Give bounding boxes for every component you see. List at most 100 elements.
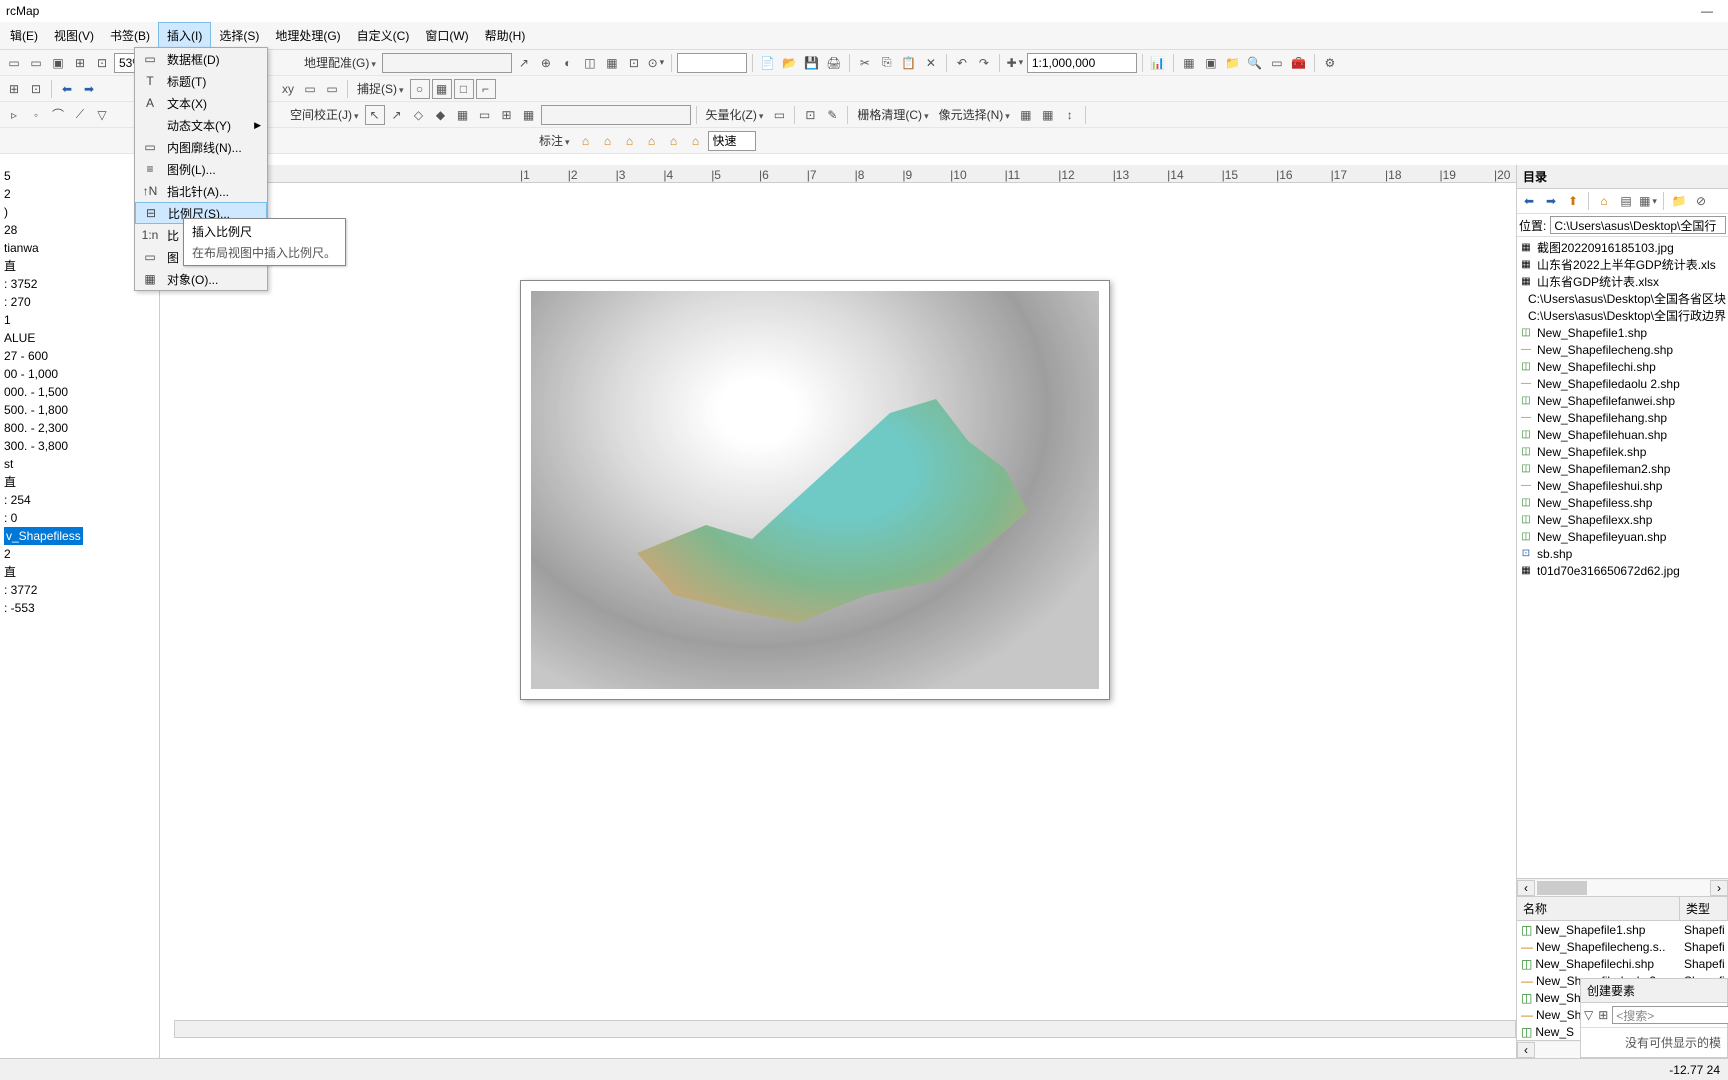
insert-menu-item[interactable]: T标题(T) [135,70,267,92]
tool-icon[interactable]: ⊞ [1597,1005,1609,1025]
layout-view[interactable]: |1|2|3|4|5|6|7|8|9|10|11|12|13|14|15|16|… [160,165,1516,1058]
col-type[interactable]: 类型 [1680,897,1728,920]
disconnect-icon[interactable]: ⊘ [1691,191,1711,211]
tool-icon[interactable]: ✎ [822,105,842,125]
menu-item[interactable]: 帮助(H) [477,23,534,48]
page-frame[interactable] [520,280,1110,700]
tool-icon[interactable]: ↕ [1060,105,1080,125]
tool-icon[interactable]: ▦ [1038,105,1058,125]
details-row[interactable]: ◫New_Shapefilechi.shpShapefi [1517,955,1728,972]
paste-icon[interactable]: 📋 [899,53,919,73]
label-icon[interactable]: ⌂ [620,131,640,151]
scale-input[interactable] [1027,53,1137,73]
catalog-icon[interactable]: 📁 [1223,53,1243,73]
delete-icon[interactable]: ✕ [921,53,941,73]
catalog-file[interactable]: ▦t01d70e316650672d62.jpg [1519,562,1726,579]
catalog-file[interactable]: ▦截图20220916185103.jpg [1519,239,1726,256]
tool-icon[interactable]: ↗ [387,105,407,125]
toc-line[interactable]: : 3752 [4,275,155,293]
search-input[interactable] [677,53,747,73]
toc-line[interactable]: 500. - 1,800 [4,401,155,419]
save-icon[interactable]: 💾 [802,53,822,73]
tool-icon[interactable]: ▭ [300,79,320,99]
tool-icon[interactable]: ▦ [602,53,622,73]
back-icon[interactable]: ⬅ [1519,191,1539,211]
tool-icon[interactable]: ▭ [26,53,46,73]
menu-item[interactable]: 窗口(W) [417,23,476,48]
details-row[interactable]: ◫New_Shapefile1.shpShapefi [1517,921,1728,938]
spatial-adj-dropdown[interactable]: 空间校正(J) [286,106,363,123]
toc-line[interactable]: 直 [4,257,155,275]
cut-icon[interactable]: ✂ [855,53,875,73]
toc-line[interactable]: ALUE [4,329,155,347]
toc-line[interactable]: 800. - 2,300 [4,419,155,437]
tool-icon[interactable]: ▦ [1016,105,1036,125]
menu-item[interactable]: 地理处理(G) [267,23,348,48]
tool-icon[interactable]: ◦ [26,105,46,125]
toc-line[interactable]: 300. - 3,800 [4,437,155,455]
file-scroll-h[interactable]: ‹ › [1517,878,1728,896]
catalog-file[interactable]: ◫New_Shapefilehuan.shp [1519,426,1726,443]
catalog-file[interactable]: —New_Shapefiledaolu 2.shp [1519,375,1726,392]
vectorize-dropdown[interactable]: 矢量化(Z) [702,106,768,123]
filter-icon[interactable]: ▽ [1583,1005,1594,1025]
home-icon[interactable]: ⌂ [1594,191,1614,211]
toc-line[interactable]: 5 [4,167,155,185]
select-icon[interactable]: ▹ [4,105,24,125]
toc-line[interactable]: : -553 [4,599,155,617]
tool-icon[interactable]: ▭ [475,105,495,125]
insert-menu-item[interactable]: ▭内图廓线(N)... [135,136,267,158]
toc-line[interactable]: 00 - 1,000 [4,365,155,383]
toc-line[interactable]: 1 [4,311,155,329]
menu-item[interactable]: 自定义(C) [349,23,418,48]
catalog-file[interactable]: —New_Shapefilehang.shp [1519,409,1726,426]
toc-line[interactable]: 直 [4,473,155,491]
tool-icon[interactable]: xy [278,79,298,99]
catalog-file[interactable]: ◫New_Shapefileyuan.shp [1519,528,1726,545]
forward-icon[interactable]: ➡ [1541,191,1561,211]
python-icon[interactable]: ⚙ [1320,53,1340,73]
catalog-file[interactable]: C:\Users\asus\Desktop\全国行政边界 [1519,307,1726,324]
tool-icon[interactable]: ⊡ [624,53,644,73]
raster-cleanup-dropdown[interactable]: 栅格清理(C) [853,106,932,123]
snap-vertex-icon[interactable]: □ [454,79,474,99]
toc-line[interactable]: 2 [4,545,155,563]
full-extent-icon[interactable]: ⊞ [4,79,24,99]
tool-icon[interactable]: ▭ [322,79,342,99]
toc-line[interactable]: 27 - 600 [4,347,155,365]
snap-dropdown[interactable]: 捕捉(S) [353,80,408,97]
snap-edge-icon[interactable]: ▦ [432,79,452,99]
menu-item[interactable]: 选择(S) [211,23,267,48]
georeferencing-dropdown[interactable]: 地理配准(G) [300,54,380,71]
pointer-icon[interactable]: ↖ [365,105,385,125]
insert-menu-item[interactable]: ▭数据框(D) [135,48,267,70]
tool-icon[interactable]: ▭ [1267,53,1287,73]
toc-line[interactable]: 直 [4,563,155,581]
tool-icon[interactable]: ▭ [4,53,24,73]
toc-selected-layer[interactable]: v_Shapefiless [4,527,83,545]
menu-item[interactable]: 插入(I) [158,22,211,49]
catalog-file[interactable]: ◫New_Shapefilek.shp [1519,443,1726,460]
tool-icon[interactable]: ▣ [1201,53,1221,73]
georef-layer-input[interactable] [382,53,512,73]
tool-icon[interactable]: ▣ [48,53,68,73]
menu-item[interactable]: 辑(E) [2,23,46,48]
catalog-file[interactable]: —New_Shapefileshui.shp [1519,477,1726,494]
label-home-icon[interactable]: ⌂ [576,131,596,151]
list-view-icon[interactable]: ▦ [1638,191,1658,211]
col-name[interactable]: 名称 [1517,897,1680,920]
tool-icon[interactable]: ⊡ [92,53,112,73]
forward-icon[interactable]: ➡ [79,79,99,99]
catalog-file[interactable]: —New_Shapefilecheng.shp [1519,341,1726,358]
undo-icon[interactable]: ↶ [952,53,972,73]
toc-line[interactable]: : 3772 [4,581,155,599]
insert-menu-item[interactable]: ▦对象(O)... [135,268,267,290]
file-list[interactable]: ▦截图20220916185103.jpg▦山东省2022上半年GDP统计表.x… [1517,237,1728,878]
catalog-file[interactable]: ⊡sb.shp [1519,545,1726,562]
snap-point-icon[interactable]: ○ [410,79,430,99]
add-data-icon[interactable]: ✚ [1005,53,1025,73]
search-window-icon[interactable]: 🔍 [1245,53,1265,73]
insert-menu-item[interactable]: ↑N指北针(A)... [135,180,267,202]
speed-input[interactable] [708,131,756,151]
connect-folder-icon[interactable]: 📁 [1669,191,1689,211]
